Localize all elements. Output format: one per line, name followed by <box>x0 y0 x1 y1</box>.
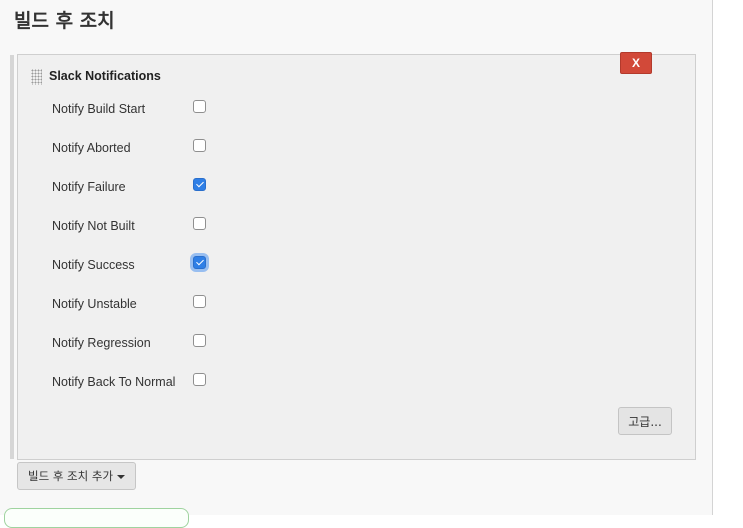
section-title: 빌드 후 조치 <box>14 10 115 32</box>
notify-failure-checkbox[interactable] <box>193 178 206 191</box>
notify-regression-checkbox[interactable] <box>193 334 206 347</box>
option-label: Notify Regression <box>52 336 151 350</box>
option-row-build-start: Notify Build Start <box>52 100 252 120</box>
notify-back-to-normal-checkbox[interactable] <box>193 373 206 386</box>
notify-success-checkbox[interactable] <box>193 256 206 269</box>
option-row-back-to-normal: Notify Back To Normal <box>52 373 252 393</box>
notify-aborted-checkbox[interactable] <box>193 139 206 152</box>
drag-handle-icon[interactable] <box>31 69 42 85</box>
chevron-down-icon <box>117 475 125 479</box>
notify-unstable-checkbox[interactable] <box>193 295 206 308</box>
option-row-not-built: Notify Not Built <box>52 217 252 237</box>
section-left-bar <box>10 55 14 459</box>
option-row-aborted: Notify Aborted <box>52 139 252 159</box>
delete-button[interactable]: X <box>620 52 652 74</box>
option-row-regression: Notify Regression <box>52 334 252 354</box>
slack-notifications-panel: Slack Notifications X Notify Build Start… <box>17 52 696 460</box>
notify-build-start-checkbox[interactable] <box>193 100 206 113</box>
option-row-success: Notify Success <box>52 256 252 276</box>
option-label: Notify Success <box>52 258 135 272</box>
option-label: Notify Aborted <box>52 141 131 155</box>
option-label: Notify Build Start <box>52 102 146 116</box>
option-label: Notify Failure <box>52 180 126 194</box>
option-label: Notify Not Built <box>52 219 135 233</box>
option-label: Notify Back To Normal <box>52 375 176 389</box>
option-label: Notify Unstable <box>52 297 137 311</box>
option-row-failure: Notify Failure <box>52 178 252 198</box>
notify-not-built-checkbox[interactable] <box>193 217 206 230</box>
post-build-section: 빌드 후 조치 Slack Notifications X Notify Bui… <box>0 0 713 528</box>
next-section-edge <box>4 508 189 528</box>
panel-title: Slack Notifications <box>49 69 161 83</box>
advanced-button[interactable]: 고급... <box>618 407 672 435</box>
add-post-build-action-button[interactable]: 빌드 후 조치 추가 <box>17 462 136 490</box>
add-action-label: 빌드 후 조치 추가 <box>28 469 114 483</box>
option-row-unstable: Notify Unstable <box>52 295 252 315</box>
